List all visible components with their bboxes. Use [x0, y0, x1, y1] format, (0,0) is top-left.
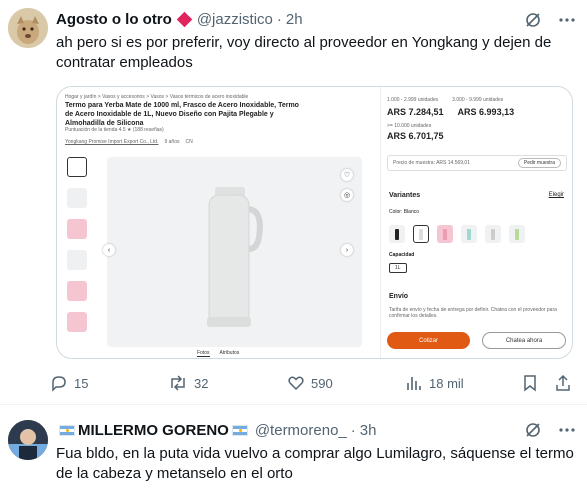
timestamp[interactable]: 3h	[360, 422, 377, 439]
gallery-tabs: Fotos Atributos	[197, 350, 239, 357]
price-tier1: ARS 7.284,51	[387, 107, 444, 117]
tweet-text: ah pero si es por preferir, voy directo …	[56, 34, 552, 71]
like-count: 590	[311, 375, 333, 391]
tier3-range: >= 10.000 unidades	[387, 123, 432, 129]
product-gallery: Hogar y jardín > Vasos y accesorios > Va…	[57, 87, 380, 358]
swatch	[461, 225, 477, 243]
thumbnail	[67, 188, 87, 208]
reply-icon	[52, 376, 66, 392]
gallery-prev-icon: ‹	[103, 244, 115, 256]
shipping-label: Envío	[389, 293, 409, 300]
quote-button: Cotizar	[387, 332, 470, 349]
swatch	[413, 225, 429, 243]
heart-icon	[288, 376, 304, 391]
thumbnail	[67, 219, 87, 239]
tweet-header: Agosto o lo otro @jazzistico · 2h	[56, 9, 303, 29]
separator: ·	[276, 10, 282, 28]
retweet-button[interactable]: 32	[168, 373, 208, 393]
price-tier2: ARS 6.993,13	[457, 107, 515, 117]
share-icon	[556, 374, 570, 391]
like-button[interactable]: 590	[287, 373, 333, 393]
bookmark-button[interactable]	[522, 373, 538, 393]
thumbnail	[67, 281, 87, 301]
author-handle[interactable]: @termoreno_	[255, 422, 347, 439]
author-handle[interactable]: @jazzistico	[197, 11, 273, 28]
timestamp[interactable]: 2h	[286, 11, 303, 28]
tweet[interactable]: Agosto o lo otro @jazzistico · 2h ah per…	[0, 0, 587, 405]
argentina-flag-icon	[59, 424, 75, 436]
chat-button: Chatea ahora	[482, 332, 566, 349]
swatch	[509, 225, 525, 243]
thumbnail-list	[67, 157, 91, 343]
tab-photos: Fotos	[197, 350, 210, 357]
supplier-name: Yongkang Promise Import Export Co., Ltd.	[65, 139, 159, 145]
tab-attributes: Atributos	[219, 350, 240, 356]
tweet[interactable]: MILLERMO GORENO @termoreno_ · 3h Fua bld…	[0, 406, 587, 491]
retweet-count: 32	[194, 375, 209, 391]
color-label: Color: Blanco	[389, 209, 420, 215]
grok-icon[interactable]	[523, 420, 543, 440]
swatch	[437, 225, 453, 243]
breadcrumb: Hogar y jardín > Vasos y accesorios > Va…	[65, 94, 249, 100]
product-title: Termo para Yerba Mate de 1000 ml, Frasco…	[65, 102, 299, 127]
choose-link: Elegir	[548, 192, 564, 198]
views-count: 18 mil	[429, 375, 464, 391]
product-main-image	[107, 157, 362, 347]
share-button[interactable]	[554, 373, 572, 393]
grok-icon[interactable]	[523, 10, 543, 30]
shipping-text: Tarifa de envío y fecha de entrega por d…	[389, 307, 557, 319]
gallery-next-icon: ›	[341, 244, 353, 256]
thumbnail	[67, 157, 87, 177]
reply-button[interactable]: 15	[50, 373, 88, 393]
color-swatches	[389, 225, 525, 243]
views-button[interactable]: 18 mil	[405, 373, 464, 393]
variants-label: Variantes	[389, 192, 421, 199]
swatch	[389, 225, 405, 243]
reply-count: 15	[74, 375, 89, 391]
retweet-icon	[171, 375, 185, 391]
favorite-heart-icon: ♡	[341, 169, 353, 181]
avatar[interactable]	[8, 420, 48, 460]
tweet-actions: 15 32 590 18 mil	[50, 373, 577, 393]
product-purchase-panel: 1.000 - 2.999 unidades 3.000 - 9.999 uni…	[380, 87, 572, 358]
views-chart-icon	[407, 377, 421, 390]
supplier-country: CN	[185, 139, 193, 145]
store-rating: Puntuación de la tienda 4.5 ★ (188 reseñ…	[65, 127, 164, 133]
tweet-header: MILLERMO GORENO @termoreno_ · 3h	[56, 420, 376, 440]
separator: ·	[350, 421, 356, 439]
diamond-emoji-icon	[176, 11, 193, 27]
view-360-icon: ◎	[341, 189, 353, 201]
capacity-label: Capacidad	[389, 252, 415, 258]
tier2-range: 3.000 - 9.999 unidades	[452, 97, 504, 103]
sample-price: Precio de muestra: ARS 14.569,01	[393, 160, 470, 166]
thumbnail	[67, 312, 87, 332]
thumbnail	[67, 250, 87, 270]
more-options-icon[interactable]	[557, 420, 577, 440]
tweet-media-image[interactable]: Hogar y jardín > Vasos y accesorios > Va…	[56, 86, 573, 359]
avatar[interactable]	[8, 8, 48, 48]
price-tier3: ARS 6.701,75	[387, 131, 444, 141]
supplier-years: 9 años	[164, 139, 180, 145]
bookmark-icon	[524, 375, 536, 392]
author-name[interactable]: Agosto o lo otro	[56, 11, 172, 28]
sample-button: Pedir muestra	[517, 158, 561, 168]
swatch	[485, 225, 501, 243]
tweet-text: Fua bldo, en la puta vida vuelvo a compr…	[56, 445, 574, 482]
more-options-icon[interactable]	[557, 10, 577, 30]
thermos-image	[207, 187, 263, 327]
tier1-range: 1.000 - 2.999 unidades	[387, 97, 439, 103]
supplier-row: Yongkang Promise Import Export Co., Ltd.…	[65, 139, 193, 145]
author-name[interactable]: MILLERMO GORENO	[78, 422, 229, 439]
sample-box: Precio de muestra: ARS 14.569,01 Pedir m…	[387, 155, 567, 171]
argentina-flag-icon	[231, 424, 248, 436]
capacity-option: 1L	[389, 263, 407, 273]
